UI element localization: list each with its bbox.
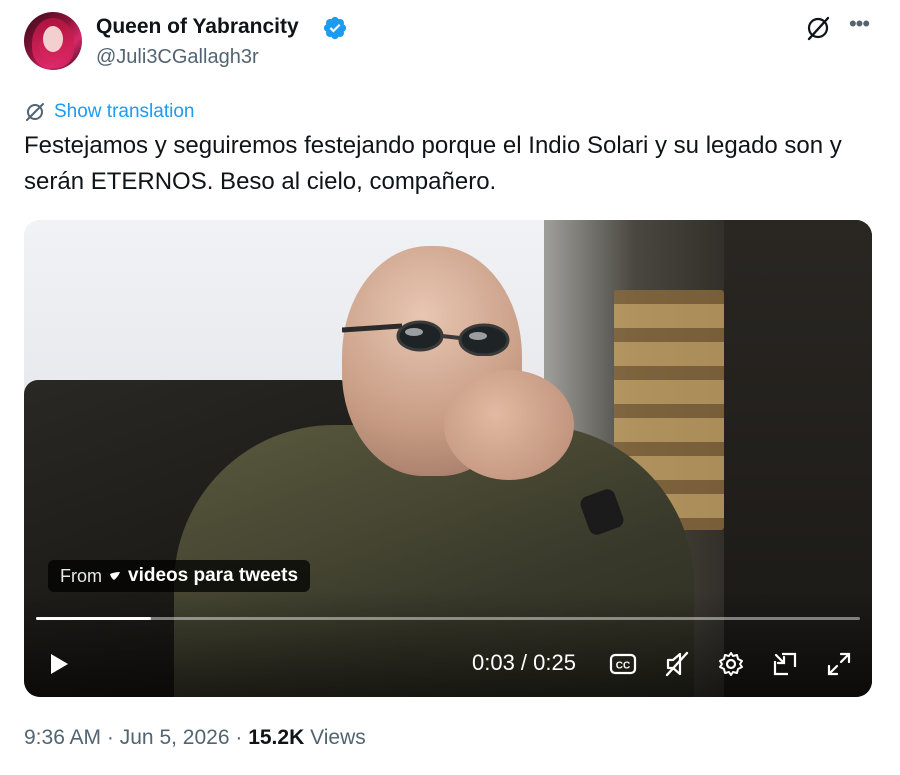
video-source-credit[interactable]: From videos para tweets — [48, 560, 311, 592]
views-label: Views — [310, 726, 366, 749]
play-icon — [51, 654, 68, 674]
fullscreen-icon — [827, 652, 851, 676]
tweet-date[interactable]: Jun 5, 2026 — [120, 726, 230, 750]
video-time: 0:03 / 0:25 — [472, 650, 576, 675]
captions-icon: CC — [609, 653, 637, 675]
progress-bar[interactable] — [36, 617, 860, 620]
meta-separator-2: · — [235, 726, 243, 749]
tweet-meta: 9:36 AM · Jun 5, 2026 · 15.2K Views — [24, 726, 366, 750]
fullscreen-button[interactable] — [824, 648, 854, 680]
views-count[interactable]: 15.2K — [248, 726, 304, 750]
play-button[interactable] — [44, 648, 74, 680]
verified-badge-icon — [323, 16, 347, 40]
pip-icon — [773, 652, 797, 676]
tweet-text: Festejamos y seguiremos festejando porqu… — [24, 132, 842, 195]
meta-separator: · — [106, 726, 114, 749]
mute-button[interactable] — [662, 648, 692, 680]
more-icon[interactable]: ••• — [844, 12, 874, 42]
show-translation-label: Show translation — [54, 101, 195, 122]
progress-fill — [36, 617, 152, 620]
settings-button[interactable] — [716, 648, 746, 680]
tweet-time[interactable]: 9:36 AM — [24, 726, 101, 750]
video-frame-sunglasses — [342, 320, 510, 356]
svg-text:CC: CC — [616, 661, 630, 672]
translate-icon — [26, 103, 44, 121]
credit-from-label: From — [60, 565, 102, 586]
video-frame-hand — [444, 370, 574, 480]
credit-source-label: videos para tweets — [128, 565, 299, 586]
avatar[interactable] — [24, 12, 82, 70]
mute-icon — [665, 651, 689, 677]
author-handle[interactable]: @Juli3CGallagh3r — [96, 46, 259, 69]
gear-icon — [719, 652, 743, 676]
chevron-down-icon — [110, 572, 120, 580]
avatar-face — [43, 26, 63, 52]
video-player[interactable]: From videos para tweets 0:03 / 0:25 CC — [24, 220, 872, 697]
captions-button[interactable]: CC — [608, 648, 638, 680]
show-translation-link[interactable]: Show translation — [24, 100, 194, 124]
controls-gradient — [24, 590, 872, 697]
author-name[interactable]: Queen of Yabrancity — [96, 15, 299, 39]
pip-button[interactable] — [770, 648, 800, 680]
grok-icon[interactable] — [804, 14, 832, 42]
